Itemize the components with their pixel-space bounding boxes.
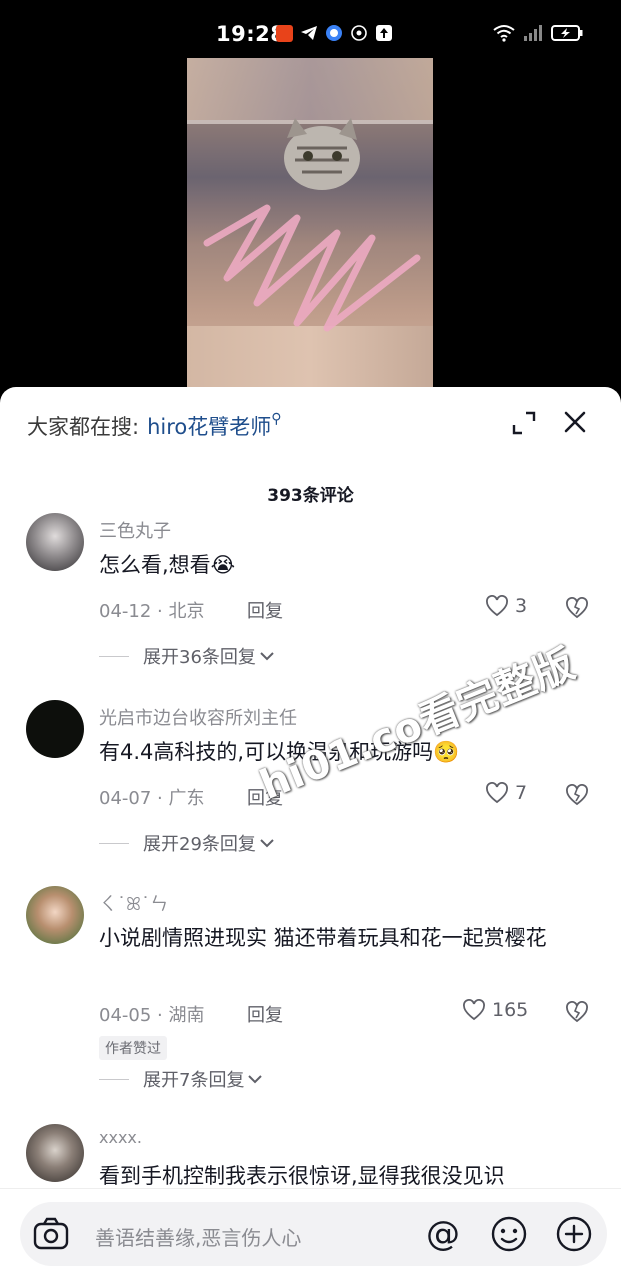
signal-icon (524, 25, 542, 41)
comment-username[interactable]: ㄑ˙ꕤ˙ㄣ (99, 890, 168, 916)
comments-panel: 大家都在搜: hiro花臂老师⚲ 393条评论 三色丸子 怎么看,想看😭 04-1… (0, 387, 621, 1280)
heart-icon (486, 782, 508, 804)
broken-heart-icon[interactable] (565, 784, 589, 806)
heart-icon (486, 595, 508, 617)
telegram-icon (301, 26, 317, 40)
expand-replies-label: 展开36条回复 (143, 647, 256, 668)
chevron-down-icon (248, 1075, 263, 1084)
reply-button[interactable]: 回复 (247, 597, 283, 623)
comment-input[interactable]: 善语结善缘,恶言伤人心 (95, 1222, 301, 1251)
chevron-down-icon (260, 839, 274, 848)
trending-search-prefix: 大家都在搜: (27, 415, 140, 439)
app-badge-icon (276, 24, 293, 42)
trending-search-query[interactable]: hiro花臂老师 (147, 415, 271, 439)
add-icon[interactable] (555, 1215, 593, 1253)
comment-input-bar[interactable]: 善语结善缘,恶言伤人心 @ (20, 1202, 607, 1266)
cat-sticker-icon (203, 118, 421, 332)
wifi-icon (493, 25, 515, 42)
input-divider (0, 1188, 621, 1189)
avatar[interactable] (26, 1124, 84, 1182)
like-count: 7 (515, 782, 528, 804)
reply-button[interactable]: 回复 (247, 1001, 283, 1027)
comment-count: 393条评论 (267, 486, 354, 506)
expand-replies-label: 展开7条回复 (143, 1070, 245, 1091)
status-bar: 19:28 (0, 0, 621, 58)
expand-icon[interactable] (510, 409, 538, 437)
broken-heart-icon[interactable] (565, 1001, 589, 1023)
watermark: hi01.co看完整版 (253, 640, 582, 809)
comment-text: 小说剧情照进现实 猫还带着玩具和花一起赏樱花 (99, 926, 547, 950)
mention-button[interactable]: @ (426, 1214, 460, 1254)
chevron-down-icon (260, 652, 274, 661)
video-player[interactable] (0, 58, 621, 398)
hotspot-icon (351, 25, 367, 41)
comment-username[interactable]: 光启市边台收容所刘主任 (99, 704, 297, 730)
divider (99, 655, 129, 657)
comment-username[interactable]: xxxx. (99, 1128, 142, 1147)
expand-replies-label: 展开29条回复 (143, 834, 256, 855)
like-button[interactable]: 165 (462, 999, 528, 1021)
expand-replies-button[interactable]: 展开7条回复 (99, 1066, 264, 1092)
search-icon: ⚲ (271, 411, 282, 427)
video-frame (187, 58, 433, 398)
upload-icon (376, 25, 392, 41)
comment-username[interactable]: 三色丸子 (99, 517, 171, 543)
like-button[interactable]: 3 (485, 595, 527, 617)
comment-text: 怎么看,想看😭 (99, 553, 236, 577)
comment-date-location: 04-12 · 北京 (99, 601, 205, 622)
avatar[interactable] (26, 700, 84, 758)
avatar[interactable] (26, 886, 84, 944)
trending-search[interactable]: 大家都在搜: hiro花臂老师⚲ (27, 411, 282, 441)
status-right-icons (493, 24, 583, 42)
expand-replies-button[interactable]: 展开29条回复 (99, 830, 276, 856)
like-count: 165 (492, 999, 529, 1021)
status-left-icons (276, 24, 393, 42)
like-button[interactable]: 7 (485, 782, 527, 804)
status-time: 19:28 (216, 22, 286, 46)
close-icon[interactable] (562, 409, 588, 435)
author-liked-badge: 作者赞过 (99, 1036, 167, 1060)
divider (99, 1078, 129, 1080)
divider (99, 842, 129, 844)
broken-heart-icon[interactable] (565, 597, 589, 619)
expand-replies-button[interactable]: 展开36条回复 (99, 643, 276, 669)
browser-icon (326, 25, 342, 41)
battery-charging-icon (551, 25, 583, 41)
emoji-icon[interactable] (490, 1215, 528, 1253)
comment-date-location: 04-07 · 广东 (99, 788, 205, 809)
comment-date-location: 04-05 · 湖南 (99, 1005, 205, 1026)
like-count: 3 (515, 595, 528, 617)
camera-icon[interactable] (32, 1216, 70, 1252)
heart-icon (463, 999, 485, 1021)
avatar[interactable] (26, 513, 84, 571)
